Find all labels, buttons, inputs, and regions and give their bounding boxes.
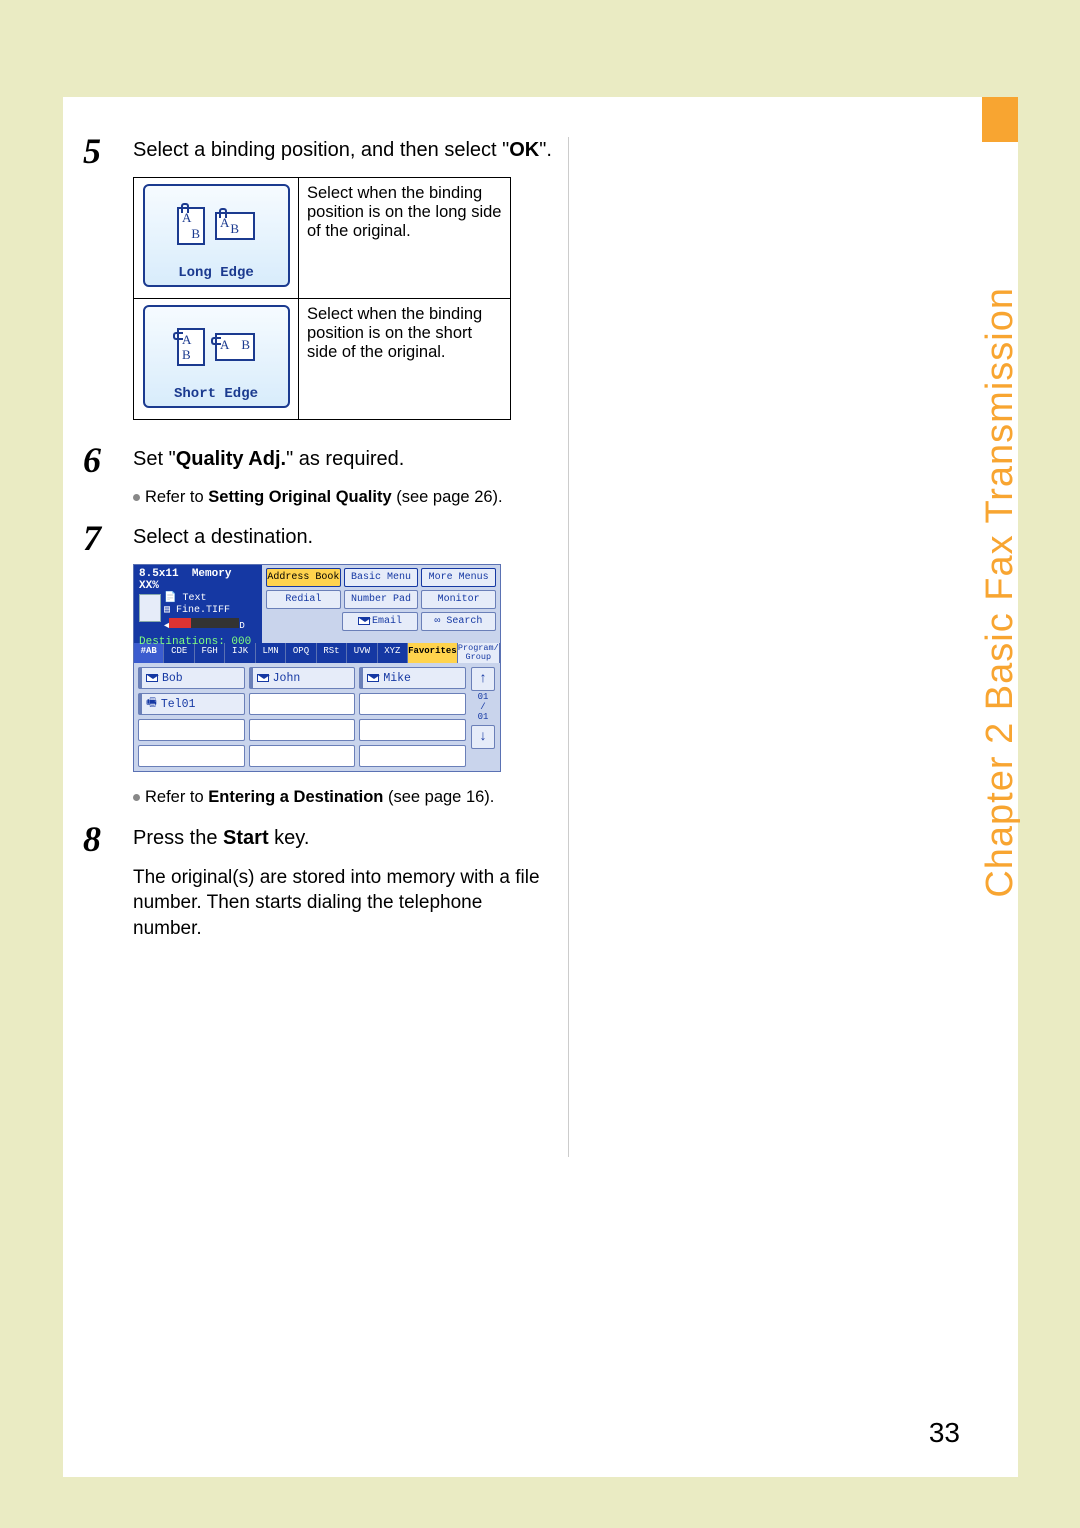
step-7: 7 Select a destination. bbox=[83, 520, 553, 556]
scroll-position: 01 / 01 bbox=[478, 693, 489, 723]
step-number: 7 bbox=[83, 520, 133, 556]
destination-entry-empty[interactable] bbox=[249, 745, 356, 767]
short-edge-description: Select when the binding position is on t… bbox=[299, 299, 511, 420]
step-8: 8 Press the Start key. bbox=[83, 821, 553, 857]
step-7-note: Refer to Entering a Destination (see pag… bbox=[133, 786, 553, 808]
step-number: 6 bbox=[83, 442, 133, 478]
long-edge-button[interactable]: AB AB Long Edge bbox=[143, 184, 290, 287]
step-8-text: Press the Start key. bbox=[133, 821, 553, 852]
mail-icon bbox=[146, 674, 158, 682]
bullet-icon bbox=[133, 494, 140, 501]
memory-gauge-icon bbox=[169, 618, 239, 628]
alpha-tab[interactable]: RSt bbox=[317, 643, 347, 663]
chapter-side-label: Chapter 2 Basic Fax Transmission bbox=[978, 152, 1022, 1032]
tab-address-book[interactable]: Address Book bbox=[266, 568, 341, 587]
alpha-tab[interactable]: XYZ bbox=[378, 643, 408, 663]
destination-entry-empty[interactable] bbox=[359, 693, 466, 715]
step-number: 8 bbox=[83, 821, 133, 857]
destination-entry-empty[interactable] bbox=[249, 719, 356, 741]
tab-basic-menu[interactable]: Basic Menu bbox=[344, 568, 419, 587]
mail-icon bbox=[367, 674, 379, 682]
long-edge-label: Long Edge bbox=[145, 265, 288, 281]
long-edge-description: Select when the binding position is on t… bbox=[299, 178, 511, 299]
alpha-tab[interactable]: OPQ bbox=[286, 643, 316, 663]
program-group-tab[interactable]: Program/ Group bbox=[458, 643, 500, 663]
step-6-text: Set "Quality Adj." as required. bbox=[133, 442, 553, 473]
search-icon: ∞ bbox=[434, 616, 440, 627]
destination-entry[interactable]: John bbox=[249, 667, 356, 689]
mail-icon bbox=[257, 674, 269, 682]
destination-entry[interactable]: 🖷Tel01 bbox=[138, 693, 245, 715]
search-button[interactable]: ∞ Search bbox=[421, 612, 496, 631]
arrow-up-icon: ↑ bbox=[479, 671, 487, 687]
step-8-description: The original(s) are stored into memory w… bbox=[133, 865, 553, 942]
email-button[interactable]: Email bbox=[342, 612, 417, 631]
step-5-text: Select a binding position, and then sele… bbox=[133, 133, 553, 164]
step-number: 5 bbox=[83, 133, 133, 169]
number-pad-button[interactable]: Number Pad bbox=[344, 590, 419, 609]
destination-entry-empty[interactable] bbox=[138, 719, 245, 741]
scroll-down-button[interactable]: ↓ bbox=[471, 725, 495, 749]
fax-icon: 🖷 bbox=[146, 695, 157, 714]
favorites-tab[interactable]: Favorites bbox=[408, 643, 458, 663]
chapter-side-label-text: Chapter 2 Basic Fax Transmission bbox=[979, 287, 1022, 898]
step-5: 5 Select a binding position, and then se… bbox=[83, 133, 553, 169]
column-divider bbox=[568, 137, 569, 1157]
content-column: 5 Select a binding position, and then se… bbox=[83, 133, 553, 941]
destination-entry[interactable]: Mike bbox=[359, 667, 466, 689]
destination-entry-empty[interactable] bbox=[359, 719, 466, 741]
destination-entry-empty[interactable] bbox=[249, 693, 356, 715]
bullet-icon bbox=[133, 794, 140, 801]
binding-option-table: AB AB Long Edge Select when the binding … bbox=[133, 177, 511, 420]
short-edge-button[interactable]: AB AB Short Edge bbox=[143, 305, 290, 408]
alpha-tab[interactable]: UVW bbox=[347, 643, 377, 663]
alpha-tab[interactable]: LMN bbox=[256, 643, 286, 663]
step-6-note: Refer to Setting Original Quality (see p… bbox=[133, 486, 553, 508]
scroll-up-button[interactable]: ↑ bbox=[471, 667, 495, 691]
arrow-down-icon: ↓ bbox=[479, 729, 487, 745]
document-icon bbox=[139, 594, 161, 622]
monitor-button[interactable]: Monitor bbox=[421, 590, 496, 609]
mail-icon bbox=[358, 617, 370, 625]
destination-entry-empty[interactable] bbox=[359, 745, 466, 767]
page-number: 33 bbox=[929, 1417, 960, 1449]
long-edge-icon: AB AB bbox=[145, 196, 288, 256]
short-edge-label: Short Edge bbox=[145, 386, 288, 402]
step-7-text: Select a destination. bbox=[133, 520, 553, 551]
destinations-count: Destinations: 000 bbox=[139, 636, 257, 648]
manual-page: Chapter 2 Basic Fax Transmission 5 Selec… bbox=[63, 97, 1018, 1477]
short-edge-icon: AB AB bbox=[145, 317, 288, 377]
tab-more-menus[interactable]: More Menus bbox=[421, 568, 496, 587]
destination-entry-empty[interactable] bbox=[138, 745, 245, 767]
fax-lcd-screenshot: 8.5x11 Memory XX% 📄 Text ▤ Fine.TIFF ◄D … bbox=[133, 564, 501, 772]
lcd-status-pane: 8.5x11 Memory XX% 📄 Text ▤ Fine.TIFF ◄D … bbox=[134, 565, 262, 643]
redial-button[interactable]: Redial bbox=[266, 590, 341, 609]
chapter-tab-stub bbox=[982, 97, 1018, 142]
destination-entry[interactable]: Bob bbox=[138, 667, 245, 689]
step-6: 6 Set "Quality Adj." as required. bbox=[83, 442, 553, 478]
